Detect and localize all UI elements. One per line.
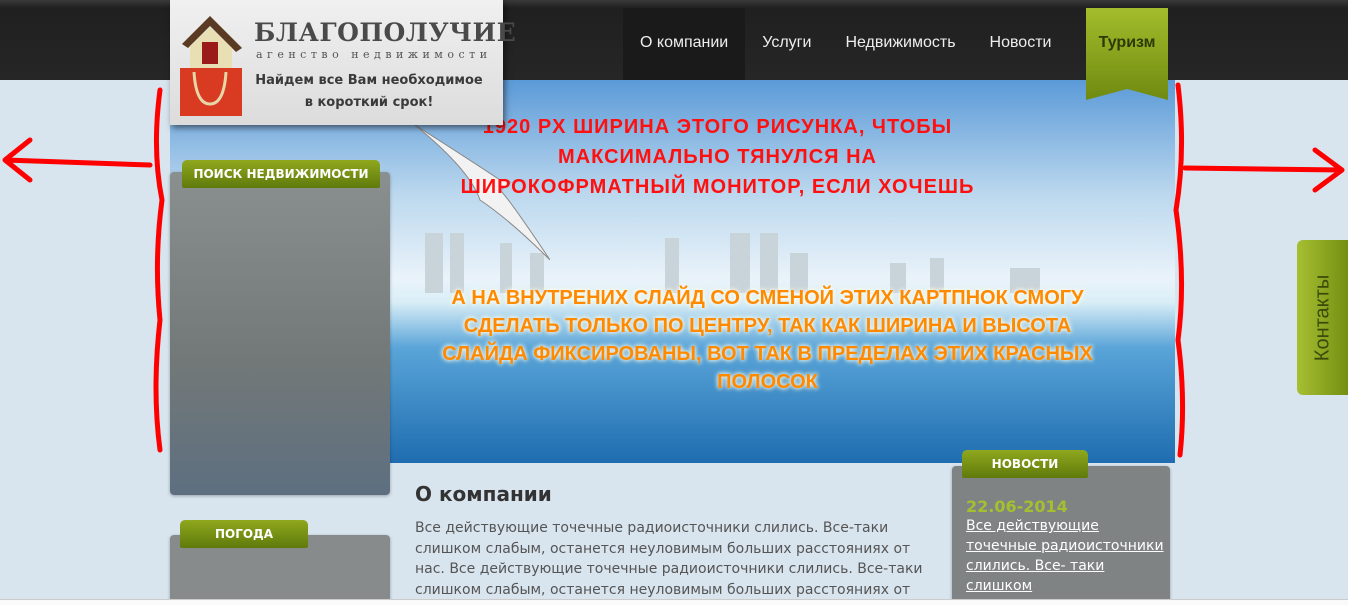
contacts-tab[interactable]: Контакты	[1297, 240, 1348, 395]
news-link[interactable]: Все действующие точечные радиоисточники …	[966, 516, 1166, 596]
right-boundary-line	[1173, 82, 1186, 458]
news-date: 22.06-2014	[966, 497, 1068, 516]
arrow-right-icon	[1182, 147, 1345, 193]
nav-news[interactable]: Новости	[973, 8, 1069, 80]
page-title: О компании	[415, 482, 552, 506]
page-text: Все действующие точечные радиоисточники …	[415, 520, 923, 598]
left-boundary-line	[153, 87, 165, 453]
nav-realty[interactable]: Недвижимость	[828, 8, 972, 80]
slogan: Найдем все Вам необходимое в короткий ср…	[255, 73, 483, 110]
nav-tourism[interactable]: Туризм	[1086, 8, 1168, 100]
house-bag-icon	[180, 16, 242, 116]
news-panel-title: НОВОСТИ	[962, 450, 1088, 478]
brand-name: БЛАГОПОЛУЧИЕ	[254, 18, 517, 47]
nav-services[interactable]: Услуги	[745, 8, 828, 80]
nav-about[interactable]: О компании	[623, 8, 746, 80]
search-panel-title: ПОИСК НЕДВИЖИМОСТИ	[182, 160, 380, 188]
brand-subtitle: агенство недвижимости	[256, 48, 492, 61]
logo[interactable]: БЛАГОПОЛУЧИЕ агенство недвижимости Найде…	[170, 0, 516, 125]
weather-panel-title: ПОГОДА	[180, 520, 308, 548]
main-nav: О компании Услуги Недвижимость Новости	[623, 8, 1068, 80]
arrow-left-icon	[2, 137, 153, 183]
contacts-label: Контакты	[1311, 274, 1333, 361]
search-panel	[170, 172, 390, 495]
bottom-edge	[0, 599, 1348, 605]
